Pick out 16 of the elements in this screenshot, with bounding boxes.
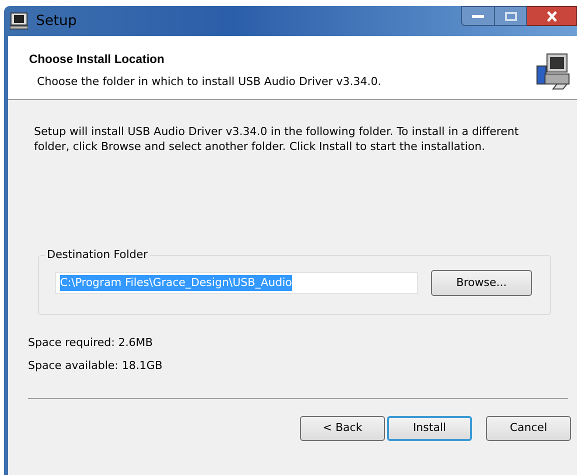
minimize-button[interactable] bbox=[461, 6, 495, 26]
space-info-text: Space available: 18.1GB bbox=[28, 358, 164, 374]
computer-icon bbox=[10, 12, 28, 30]
description-text: Setup will install USB Audio Driver v3.34.0 in the following folder. To install in a different folder, click Browse and select another folder. Click Install to start the installation. bbox=[33, 124, 520, 154]
dialog-button[interactable]: Cancel bbox=[486, 416, 571, 441]
dialog-button[interactable]: Install bbox=[387, 416, 472, 441]
installer-icon bbox=[535, 52, 571, 90]
header-title: Choose Install Location bbox=[29, 51, 166, 68]
maximize-button[interactable] bbox=[495, 6, 527, 26]
space-info-text: Space required: 2.6MB bbox=[28, 335, 154, 351]
dialog-button[interactable]: < Back bbox=[300, 416, 385, 441]
window-title: Setup bbox=[36, 12, 77, 30]
header-subtitle: Choose the folder in which to install USB Audio Driver v3.34.0. bbox=[36, 74, 382, 90]
close-button[interactable] bbox=[527, 6, 577, 26]
browse-button[interactable]: Browse... bbox=[431, 270, 532, 296]
close-icon bbox=[546, 10, 558, 22]
